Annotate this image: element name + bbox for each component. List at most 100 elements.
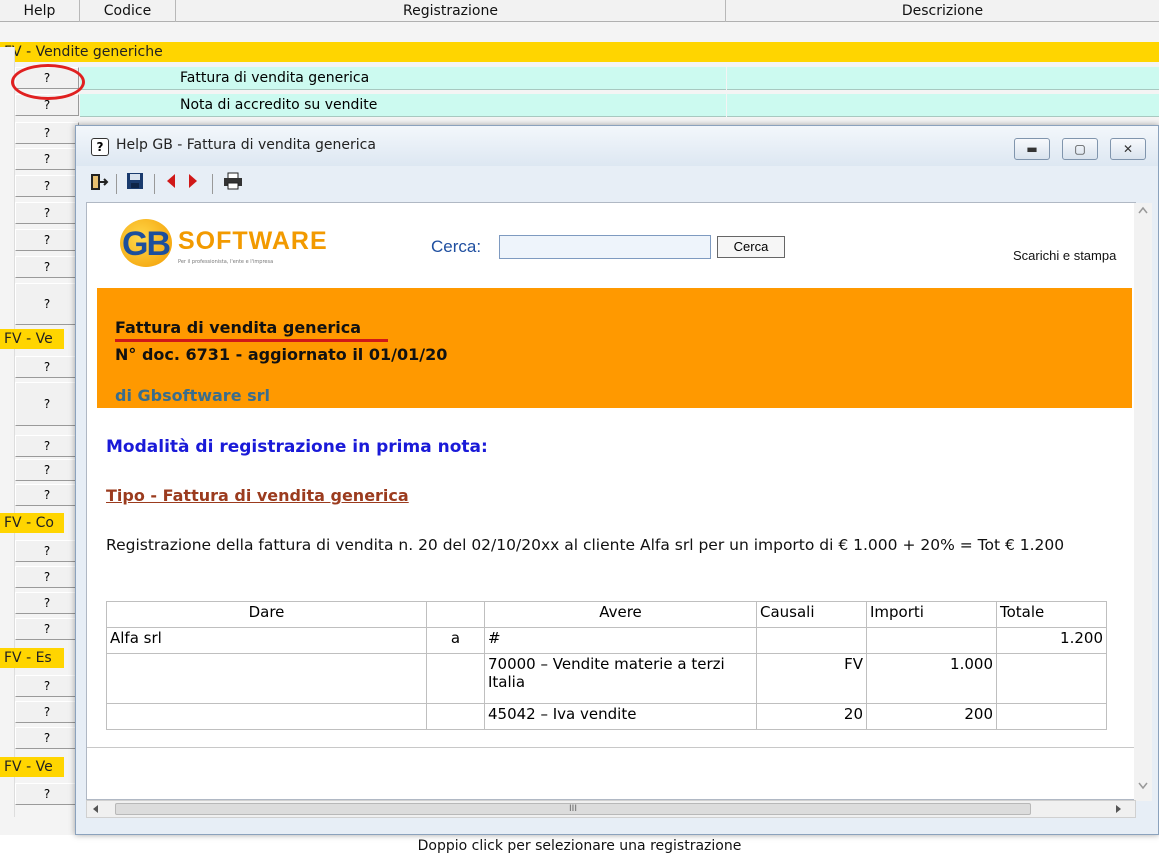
group-row-vendite-2[interactable]: FV - Ve [0,757,64,777]
column-header-descrizione[interactable]: Descrizione [726,0,1159,22]
journal-entry-table: Dare Avere Causali Importi Totale Alfa s… [106,601,1107,730]
codice-cell[interactable] [80,67,176,90]
close-button[interactable]: ✕ [1110,138,1146,160]
vertical-scrollbar[interactable] [1134,203,1152,801]
help-button[interactable]: ? [15,727,79,749]
help-button[interactable]: ? [15,783,79,805]
table-cell: FV [756,653,867,704]
toolbar-separator [116,174,117,194]
help-button[interactable]: ? [15,701,79,723]
scrollbar-thumb[interactable]: III [115,803,1031,815]
help-button[interactable]: ? [15,618,79,640]
help-button[interactable]: ? [15,566,79,588]
column-header-registrazione[interactable]: Registrazione [176,0,726,22]
save-icon[interactable] [124,172,146,194]
help-button[interactable]: ? [15,256,79,278]
document-meta: N° doc. 6731 - aggiornato il 01/01/20 [115,345,448,364]
table-cell [756,627,867,654]
table-cell: a [426,627,485,654]
table-cell [106,653,427,704]
table-cell: 45042 – Iva vendite [484,703,757,730]
minimize-button[interactable]: ▬ [1014,138,1050,160]
maximize-button[interactable]: ▢ [1062,138,1098,160]
highlight-circle [11,64,85,100]
help-button[interactable]: ? [15,202,79,224]
table-cell [106,703,427,730]
table-row: 70000 – Vendite materie a terzi Italia F… [106,653,1107,704]
table-header: Avere [484,601,757,628]
document-author: di Gbsoftware srl [115,386,271,405]
logo-wordmark: SOFTWARE [178,227,328,255]
exit-icon[interactable] [88,172,110,194]
table-cell: # [484,627,757,654]
table-cell [426,703,485,730]
help-button[interactable]: ? [15,148,79,170]
codice-cell[interactable] [80,94,176,117]
table-cell [996,653,1107,704]
description-text: Registrazione della fattura di vendita n… [106,536,1065,554]
table-header: Totale [996,601,1107,628]
help-button[interactable]: ? [15,175,79,197]
group-row-corrispettivi[interactable]: FV - Co [0,513,64,533]
help-window: ? Help GB - Fattura di vendita generica … [75,125,1159,835]
gb-software-logo[interactable]: GB SOFTWARE Per il professionista, l'ent… [120,217,350,273]
search-button[interactable]: Cerca [717,236,785,258]
status-text: Doppio click per selezionare una registr… [417,838,742,854]
table-cell: Alfa srl [106,627,427,654]
column-header-codice[interactable]: Codice [80,0,176,22]
grid-header: Help Codice Registrazione Descrizione [0,0,1159,22]
help-button[interactable]: ? [15,229,79,251]
toolbar-separator [212,174,213,194]
help-button[interactable]: ? [15,484,79,506]
table-row: Alfa srl a # 1.200 [106,627,1107,654]
column-header-help[interactable]: Help [0,0,80,22]
table-cell: 20 [756,703,867,730]
group-row-estero[interactable]: FV - Es [0,648,64,668]
help-button[interactable]: ? [15,592,79,614]
table-cell [866,627,997,654]
table-cell [996,703,1107,730]
help-button[interactable]: ? [15,382,79,426]
window-title: Help GB - Fattura di vendita generica [116,137,376,153]
table-header: Dare [106,601,427,628]
help-button[interactable]: ? [15,435,79,457]
table-row: 45042 – Iva vendite 20 200 [106,703,1107,730]
window-titlebar[interactable]: ? Help GB - Fattura di vendita generica … [76,126,1158,166]
descrizione-cell[interactable] [727,94,1159,117]
document-title: Fattura di vendita generica [115,318,362,337]
search-label: Cerca: [431,237,482,256]
print-icon[interactable] [222,172,244,194]
group-row-vendite[interactable]: FV - Ve [0,329,64,349]
forward-arrow-icon[interactable] [182,172,204,194]
registrazione-cell[interactable]: Fattura di vendita generica [176,67,726,90]
downloads-link[interactable]: Scarichi e stampa [1013,248,1116,263]
help-button[interactable]: ? [15,356,79,378]
help-page: GB SOFTWARE Per il professionista, l'ent… [87,203,1134,748]
registrazione-cell[interactable]: Nota di accredito su vendite [176,94,726,117]
table-cell: 200 [866,703,997,730]
table-cell: 1.000 [866,653,997,704]
help-button[interactable]: ? [15,459,79,481]
document-banner: Fattura di vendita generica N° doc. 6731… [97,288,1132,408]
section-heading: Modalità di registrazione in prima nota: [106,437,488,457]
logo-mark: GB [120,219,172,267]
group-row-vendite-generiche[interactable]: FV - Vendite generiche [0,42,1159,62]
table-cell: 1.200 [996,627,1107,654]
horizontal-scrollbar[interactable]: III [86,800,1136,818]
table-header-row: Dare Avere Causali Importi Totale [106,601,1107,628]
type-heading: Tipo - Fattura di vendita generica [106,486,409,505]
logo-tagline: Per il professionista, l'ente e l'impres… [178,259,274,265]
toolbar-separator [154,174,155,194]
search-input[interactable] [499,235,711,259]
table-header: Importi [866,601,997,628]
help-button[interactable]: ? [15,540,79,562]
descrizione-cell[interactable] [727,67,1159,90]
help-content-frame: GB SOFTWARE Per il professionista, l'ent… [86,202,1152,801]
table-cell: 70000 – Vendite materie a terzi Italia [484,653,757,704]
grid-left-strip [0,47,15,817]
back-arrow-icon[interactable] [160,172,182,194]
help-button[interactable]: ? [15,675,79,697]
help-button[interactable]: ? [15,283,79,325]
help-button[interactable]: ? [15,122,79,144]
toolbar [76,166,1158,200]
